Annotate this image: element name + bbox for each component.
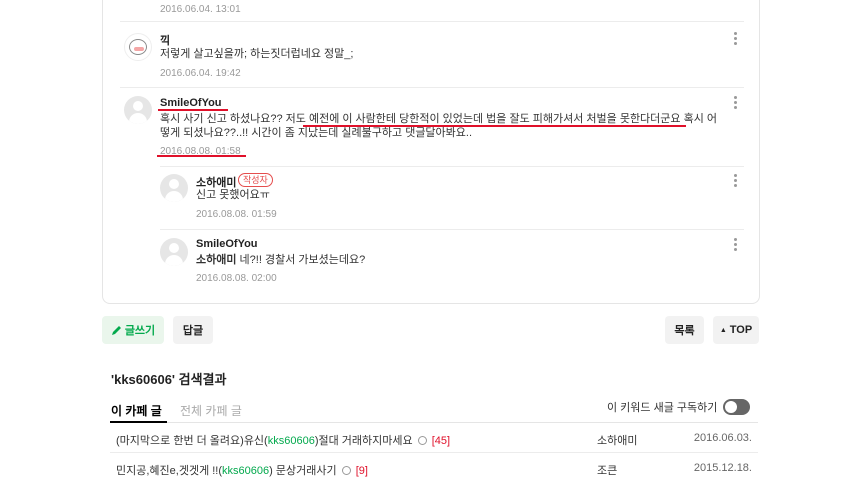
- avatar-cheek-icon: [134, 47, 144, 51]
- avatar[interactable]: [160, 174, 188, 202]
- annotation-underline: [157, 155, 246, 157]
- user-body-icon: [165, 255, 183, 266]
- user-body-icon: [165, 191, 183, 202]
- result-date: 2016.06.03.: [693, 432, 752, 444]
- subscribe-toggle[interactable]: [723, 399, 750, 415]
- top-button[interactable]: ▲ TOP: [713, 316, 759, 344]
- table-row[interactable]: 민지공,혜진e,겟겟게 !!(kks60606) 문상거래사기 [9] 조큰 2…: [110, 453, 758, 482]
- list-button-label: 목록: [674, 325, 695, 337]
- user-head-icon: [169, 243, 179, 253]
- user-head-icon: [169, 179, 179, 189]
- subscribe-label: 이 키워드 새글 구독하기: [607, 402, 718, 414]
- divider: [160, 229, 744, 230]
- up-arrow-icon: ▲: [719, 326, 727, 334]
- user-head-icon: [133, 101, 143, 111]
- tab-all-cafes[interactable]: 전체 카페 글: [180, 402, 242, 419]
- search-results-title: 'kks60606' 검색결과: [111, 372, 227, 387]
- comment-author[interactable]: SmileOfYou: [196, 238, 258, 250]
- keyword-highlight: kks60606: [222, 465, 270, 477]
- more-options-icon[interactable]: [734, 96, 738, 110]
- result-title[interactable]: (마지막으로 한번 더 올려요)유신(kks60606)절대 거래하지마세요 […: [116, 432, 450, 448]
- divider: [120, 87, 744, 88]
- comment-text: 떻게 되셨나요??..!! 시간이 좀 지났는데 실례불구하고 댓글달아봐요..: [160, 127, 473, 139]
- write-button[interactable]: 글쓰기: [102, 316, 164, 344]
- user-body-icon: [129, 113, 147, 124]
- comment-text: 신고 못했어요ㅠ: [196, 189, 270, 201]
- result-date: 2015.12.18.: [693, 462, 752, 474]
- writer-badge: 작성자: [238, 173, 273, 187]
- divider: [120, 21, 744, 22]
- emoticon-icon: [417, 436, 427, 445]
- tab-this-cafe[interactable]: 이 카페 글: [111, 402, 162, 419]
- result-author[interactable]: 소하애미: [597, 432, 637, 448]
- comment-body: 네?!! 경찰서 가보셨는데요?: [239, 254, 366, 266]
- list-button[interactable]: 목록: [665, 316, 704, 344]
- comment-count: [45]: [431, 435, 451, 447]
- top-button-label: TOP: [729, 324, 753, 336]
- more-options-icon[interactable]: [734, 238, 738, 252]
- reply-button-label: 답글: [182, 325, 204, 337]
- avatar[interactable]: [124, 33, 152, 61]
- more-options-icon[interactable]: [734, 174, 738, 188]
- more-options-icon[interactable]: [734, 32, 738, 46]
- pencil-icon: [111, 325, 121, 335]
- divider: [160, 166, 744, 167]
- comment-date: 2016.06.04. 19:42: [160, 68, 241, 79]
- comment-author[interactable]: SmileOfYou: [160, 97, 222, 109]
- table-row[interactable]: (마지막으로 한번 더 올려요)유신(kks60606)절대 거래하지마세요 […: [110, 423, 758, 453]
- result-title[interactable]: 민지공,혜진e,겟겟게 !!(kks60606) 문상거래사기 [9]: [116, 462, 368, 478]
- comment-date: 2016.06.04. 13:01: [160, 4, 241, 15]
- comment-text: 소하애미 네?!! 경찰서 가보셨는데요?: [196, 252, 365, 268]
- avatar[interactable]: [124, 96, 152, 124]
- keyword-highlight: kks60606: [267, 435, 315, 447]
- result-author[interactable]: 조큰: [597, 462, 617, 478]
- mention[interactable]: 소하애미: [196, 254, 236, 266]
- write-button-label: 글쓰기: [124, 325, 156, 337]
- comment-text: 저렇게 살고싶을까; 하는짓더럽네요 정말_;: [160, 48, 354, 60]
- emoticon-icon: [341, 466, 351, 475]
- reply-button[interactable]: 답글: [173, 316, 213, 344]
- avatar[interactable]: [160, 238, 188, 266]
- comment-date: 2016.08.08. 02:00: [196, 273, 277, 284]
- comment-date: 2016.08.08. 01:59: [196, 209, 277, 220]
- comment-count: [9]: [355, 465, 368, 477]
